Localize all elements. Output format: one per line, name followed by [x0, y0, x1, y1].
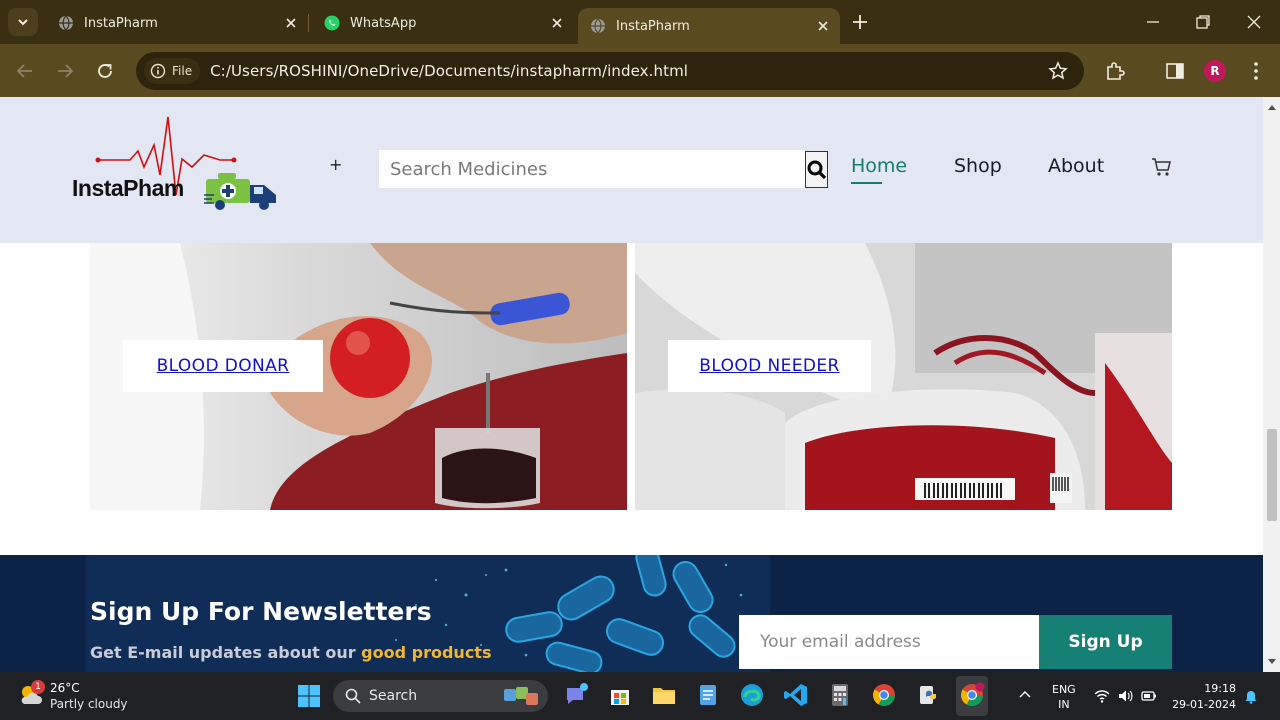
search-icon — [345, 688, 361, 704]
chip-label: File — [172, 64, 193, 78]
nav-about[interactable]: About — [1048, 155, 1104, 177]
scroll-down-arrow-icon[interactable] — [1267, 658, 1277, 666]
window-close-icon[interactable] — [1244, 12, 1264, 32]
notification-bell-icon[interactable] — [1244, 688, 1258, 704]
logo-text: InstaPham — [72, 175, 184, 201]
newsletter-subtitle-highlight: good products — [361, 643, 492, 662]
signup-button[interactable]: Sign Up — [1039, 615, 1172, 669]
wifi-icon[interactable] — [1094, 688, 1110, 704]
microsoft-store-icon[interactable] — [607, 682, 633, 708]
teams-chat-icon[interactable] — [563, 682, 589, 708]
tab-title: InstaPharm — [616, 18, 690, 34]
more-options-icon[interactable] — [1244, 59, 1268, 83]
newsletter-subtitle: Get E-mail updates about our good produc… — [90, 643, 491, 662]
close-icon[interactable] — [550, 16, 564, 30]
donor-label-box: BLOOD DONAR — [123, 340, 323, 392]
bookmark-star-icon[interactable] — [1048, 61, 1068, 81]
close-icon[interactable] — [284, 16, 298, 30]
url-text[interactable]: C:/Users/ROSHINI/OneDrive/Documents/inst… — [210, 62, 688, 80]
language-indicator[interactable]: ENG IN — [1052, 682, 1076, 712]
plus-mark: + — [329, 155, 343, 174]
restore-icon[interactable] — [1193, 12, 1213, 32]
blood-donor-link[interactable]: BLOOD DONAR — [157, 356, 290, 376]
tab-instapharm-1[interactable]: InstaPharm — [46, 6, 308, 40]
minimize-icon[interactable] — [1143, 12, 1163, 32]
system-clock[interactable]: 19:18 29-01-2024 — [1172, 681, 1236, 713]
weather-condition[interactable]: Partly cloudy — [50, 697, 128, 711]
side-panel-icon[interactable] — [1163, 59, 1187, 83]
needer-label-box: BLOOD NEEDER — [668, 340, 871, 392]
search-icon — [807, 160, 826, 179]
weather-temperature[interactable]: 26°C — [50, 681, 80, 695]
blood-donor-card[interactable]: BLOOD DONAR — [90, 243, 627, 510]
nav-shop[interactable]: Shop — [954, 155, 1002, 177]
reload-icon[interactable] — [94, 60, 116, 82]
scrollbar-thumb[interactable] — [1267, 429, 1277, 521]
whatsapp-icon — [324, 15, 340, 31]
profile-avatar[interactable]: R — [1204, 60, 1226, 82]
address-bar[interactable]: File C:/Users/ROSHINI/OneDrive/Documents… — [136, 52, 1084, 90]
ambulance-van-icon — [204, 173, 276, 210]
tab-title: WhatsApp — [350, 15, 417, 31]
clock-date: 29-01-2024 — [1172, 698, 1236, 711]
tab-title: InstaPharm — [84, 15, 158, 31]
python-icon[interactable] — [915, 682, 941, 708]
clock-time: 19:18 — [1204, 682, 1236, 695]
page-scrollbar[interactable] — [1263, 97, 1280, 672]
search-input[interactable] — [379, 150, 805, 188]
globe-icon — [59, 15, 73, 31]
instapharm-logo[interactable]: InstaPham — [70, 115, 286, 215]
calculator-icon[interactable] — [827, 682, 853, 708]
email-field[interactable] — [739, 615, 1039, 669]
globe-icon — [591, 18, 605, 34]
scroll-up-arrow-icon[interactable] — [1267, 103, 1277, 111]
info-icon — [150, 63, 166, 79]
nav-home[interactable]: Home — [851, 155, 907, 177]
chrome-icon[interactable] — [871, 682, 897, 708]
chrome-profile-icon[interactable] — [959, 682, 985, 708]
battery-icon[interactable] — [1141, 688, 1157, 704]
region-code: IN — [1058, 698, 1070, 711]
back-arrow-icon[interactable] — [14, 60, 36, 82]
chevron-down-icon — [18, 19, 28, 26]
taskbar-search[interactable]: Search — [333, 680, 548, 712]
extensions-puzzle-icon[interactable] — [1103, 59, 1127, 83]
site-info-chip[interactable]: File — [144, 58, 201, 84]
newsletter-section: Sign Up For Newsletters Get E-mail updat… — [0, 555, 1263, 672]
volume-icon[interactable] — [1117, 688, 1133, 704]
windows-start-icon[interactable] — [297, 684, 321, 708]
close-icon[interactable] — [816, 19, 830, 33]
search-button[interactable] — [805, 151, 828, 188]
page-viewport: InstaPham + Home Shop About — [0, 97, 1280, 672]
edge-browser-icon[interactable] — [739, 682, 765, 708]
chevron-up-icon[interactable] — [1018, 688, 1032, 702]
tab-search-button[interactable] — [8, 8, 38, 36]
forward-arrow-icon[interactable] — [54, 60, 76, 82]
blood-needer-link[interactable]: BLOOD NEEDER — [699, 356, 839, 376]
taskbar-search-label: Search — [369, 688, 418, 704]
site-header: InstaPham + Home Shop About — [0, 97, 1263, 243]
browser-tab-bar: InstaPharm WhatsApp InstaPharm — [0, 0, 1280, 44]
tab-instapharm-active[interactable]: InstaPharm — [578, 8, 840, 44]
shopping-cart-icon[interactable] — [1151, 156, 1173, 178]
nav-active-underline — [851, 182, 882, 184]
language-code: ENG — [1052, 683, 1076, 696]
newsletter-subtitle-text: Get E-mail updates about our — [90, 643, 362, 662]
medicine-search — [379, 150, 829, 188]
search-highlight-icon — [504, 687, 538, 705]
browser-toolbar: File C:/Users/ROSHINI/OneDrive/Documents… — [0, 44, 1280, 97]
notepad-icon[interactable] — [695, 682, 721, 708]
windows-taskbar: 1 26°C Partly cloudy Search ENG IN 19:18 2… — [0, 672, 1280, 720]
vscode-icon[interactable] — [783, 682, 809, 708]
weather-badge: 1 — [31, 680, 45, 694]
new-tab-plus-icon[interactable] — [848, 10, 872, 34]
blood-needer-card[interactable]: BLOOD NEEDER — [635, 243, 1172, 510]
file-explorer-icon[interactable] — [651, 682, 677, 708]
newsletter-title: Sign Up For Newsletters — [90, 597, 432, 626]
tab-whatsapp[interactable]: WhatsApp — [312, 6, 574, 40]
tab-separator — [308, 14, 309, 32]
